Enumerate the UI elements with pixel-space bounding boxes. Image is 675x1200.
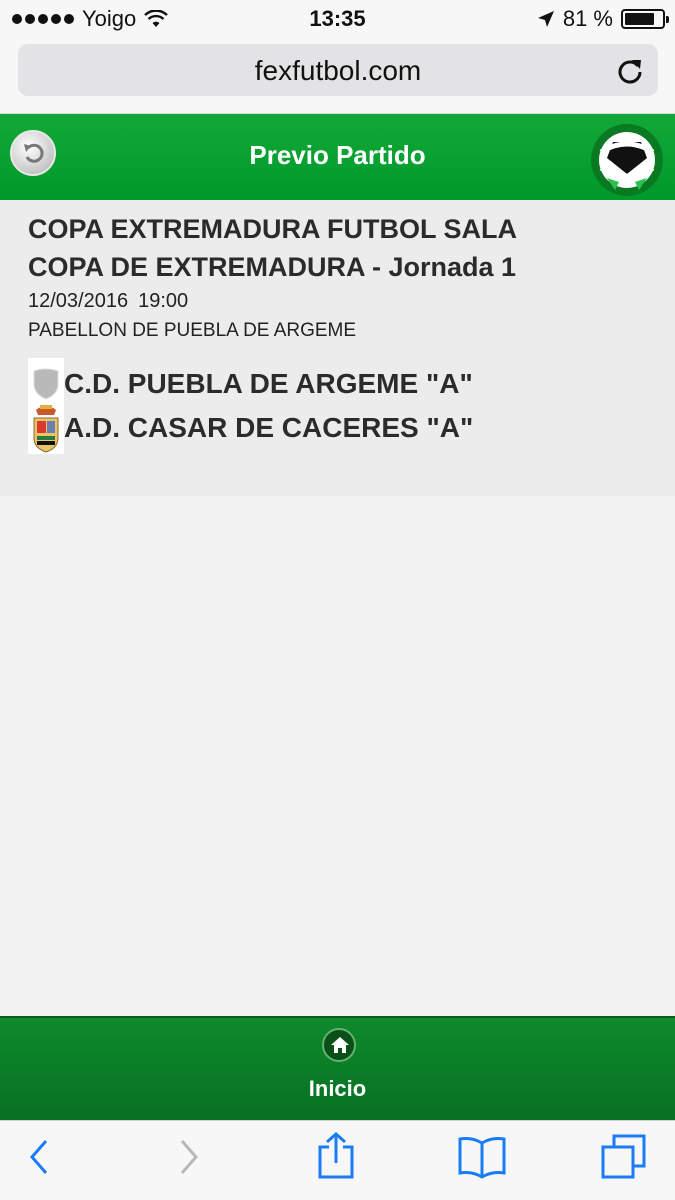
away-team-crest: [28, 402, 64, 454]
footer-nav: Inicio: [0, 1016, 675, 1120]
away-team-row[interactable]: A.D. CASAR DE CACERES "A": [28, 402, 473, 454]
address-bar[interactable]: fexfutbol.com: [18, 44, 658, 96]
coat-of-arms-icon: [33, 405, 59, 453]
match-date: 12/03/2016: [28, 290, 129, 312]
match-venue: PABELLON DE PUEBLA DE ARGEME: [28, 320, 357, 341]
federation-logo[interactable]: [589, 122, 665, 198]
battery-fill: [625, 13, 655, 25]
bookmarks-icon[interactable]: [456, 1135, 508, 1179]
away-team-name: A.D. CASAR DE CACERES "A": [64, 412, 474, 443]
browser-address-area: fexfutbol.com: [0, 38, 675, 114]
reload-icon[interactable]: [614, 54, 646, 86]
competition-name: COPA EXTREMADURA FUTBOL SALA: [28, 214, 517, 244]
url-text: fexfutbol.com: [254, 55, 422, 86]
share-icon[interactable]: [316, 1131, 356, 1181]
tabs-icon[interactable]: [600, 1133, 648, 1181]
round-name: COPA DE EXTREMADURA - Jornada 1: [28, 252, 517, 282]
page-title: Previo Partido: [249, 140, 426, 170]
location-arrow-icon: [537, 11, 554, 27]
home-icon: [331, 1037, 349, 1053]
battery-icon: [621, 9, 669, 29]
back-chevron-icon[interactable]: [26, 1135, 52, 1179]
match-time: 19:00: [138, 290, 189, 312]
home-label[interactable]: Inicio: [0, 1076, 675, 1102]
home-team-name: C.D. PUEBLA DE ARGEME "A": [64, 368, 473, 399]
status-bar: Yoigo 13:35 81 %: [0, 0, 675, 38]
page-header: Previo Partido: [0, 114, 675, 200]
battery-percent: 81 %: [562, 6, 613, 31]
browser-toolbar: [0, 1120, 675, 1200]
shield-icon: [33, 368, 59, 400]
match-card: COPA EXTREMADURA FUTBOL SALA COPA DE EXT…: [0, 200, 675, 496]
match-datetime: 12/03/2016 19:00: [28, 290, 188, 313]
forward-chevron-icon[interactable]: [176, 1135, 202, 1179]
home-button[interactable]: [322, 1028, 356, 1062]
status-right: 81 %: [537, 6, 669, 32]
